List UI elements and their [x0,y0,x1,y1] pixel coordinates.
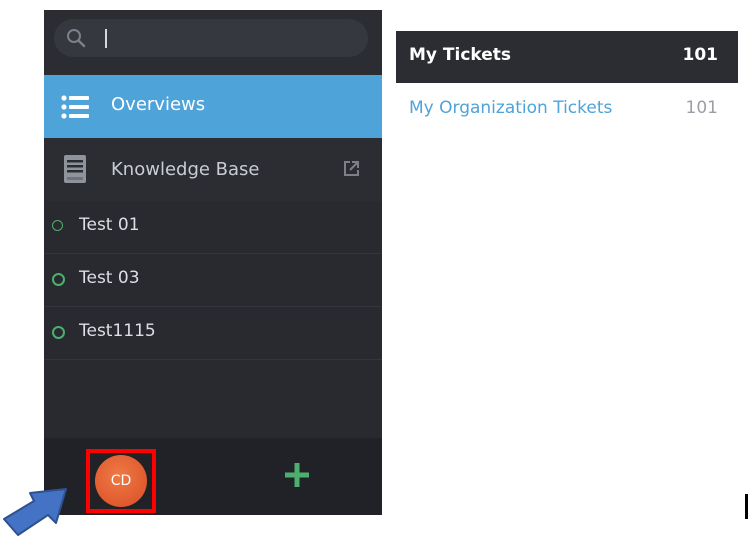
group-item-test1115[interactable]: Test1115 [44,307,382,360]
arrow-icon [3,488,67,536]
nav-knowledge-base-label: Knowledge Base [111,159,260,180]
nav-overviews[interactable]: Overviews [44,75,382,138]
my-tickets-label: My Tickets [409,45,512,65]
bottom-bar: CD [44,438,382,515]
group-label: Test 03 [79,268,140,288]
list-icon [61,95,89,119]
status-dot-icon [52,326,65,339]
org-tickets-count: 101 [685,98,718,118]
book-icon [64,155,86,183]
status-dot-icon [52,273,65,286]
group-label: Test1115 [79,321,156,341]
edge-divider [745,494,748,519]
search-bar[interactable] [54,19,368,57]
plus-icon[interactable] [284,462,310,488]
my-tickets-count: 101 [682,45,719,65]
org-tickets-row[interactable]: My Organization Tickets 101 [396,83,738,135]
search-icon [67,29,86,48]
nav-knowledge-base[interactable]: Knowledge Base [44,138,382,201]
status-dot-icon [52,220,63,231]
sidebar: Overviews Knowledge Base Test 01 Test 03… [44,10,382,515]
my-tickets-row[interactable]: My Tickets 101 [396,31,738,83]
group-item-test-03[interactable]: Test 03 [44,254,382,307]
group-item-test-01[interactable]: Test 01 [44,201,382,254]
nav-overviews-label: Overviews [111,94,206,115]
org-tickets-label: My Organization Tickets [409,98,613,118]
group-label: Test 01 [79,215,140,235]
avatar[interactable]: CD [95,455,147,507]
group-list: Test 01 Test 03 Test1115 [44,201,382,446]
external-link-icon[interactable] [343,160,360,177]
search-input[interactable] [94,23,358,55]
